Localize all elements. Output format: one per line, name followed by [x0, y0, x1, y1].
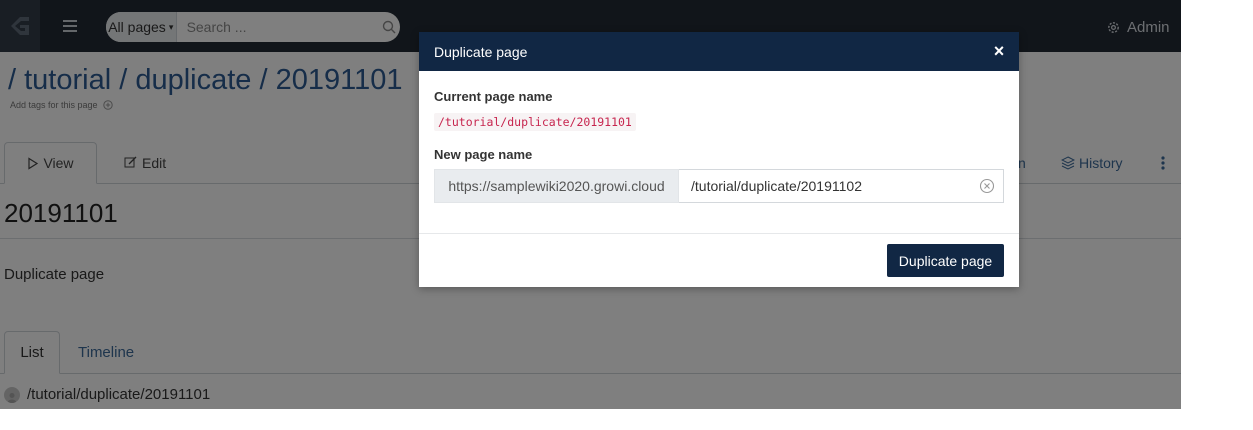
close-icon: ×	[993, 40, 1005, 61]
modal-title: Duplicate page	[434, 44, 528, 60]
clear-circle-icon	[979, 178, 995, 194]
duplicate-page-dialog: Duplicate page × Current page name /tuto…	[419, 32, 1019, 287]
blank-margin	[1181, 0, 1253, 430]
current-page-name-value: /tutorial/duplicate/20191101	[434, 113, 636, 131]
modal-footer-divider	[419, 233, 1019, 234]
modal-header: Duplicate page ×	[419, 32, 1019, 71]
clear-input-button[interactable]	[979, 178, 995, 194]
duplicate-page-button[interactable]: Duplicate page	[887, 244, 1004, 277]
close-button[interactable]: ×	[989, 41, 1009, 61]
app-window: All pages ▾ Admin / tutorial / duplicate…	[0, 0, 1181, 409]
current-page-name-label: Current page name	[434, 89, 553, 104]
url-prefix: https://samplewiki2020.growi.cloud	[434, 169, 679, 203]
new-page-name-input[interactable]	[679, 170, 1003, 202]
new-page-name-group: https://samplewiki2020.growi.cloud	[434, 169, 1004, 203]
new-page-name-label: New page name	[434, 147, 533, 162]
new-page-name-field-wrapper	[679, 169, 1004, 203]
